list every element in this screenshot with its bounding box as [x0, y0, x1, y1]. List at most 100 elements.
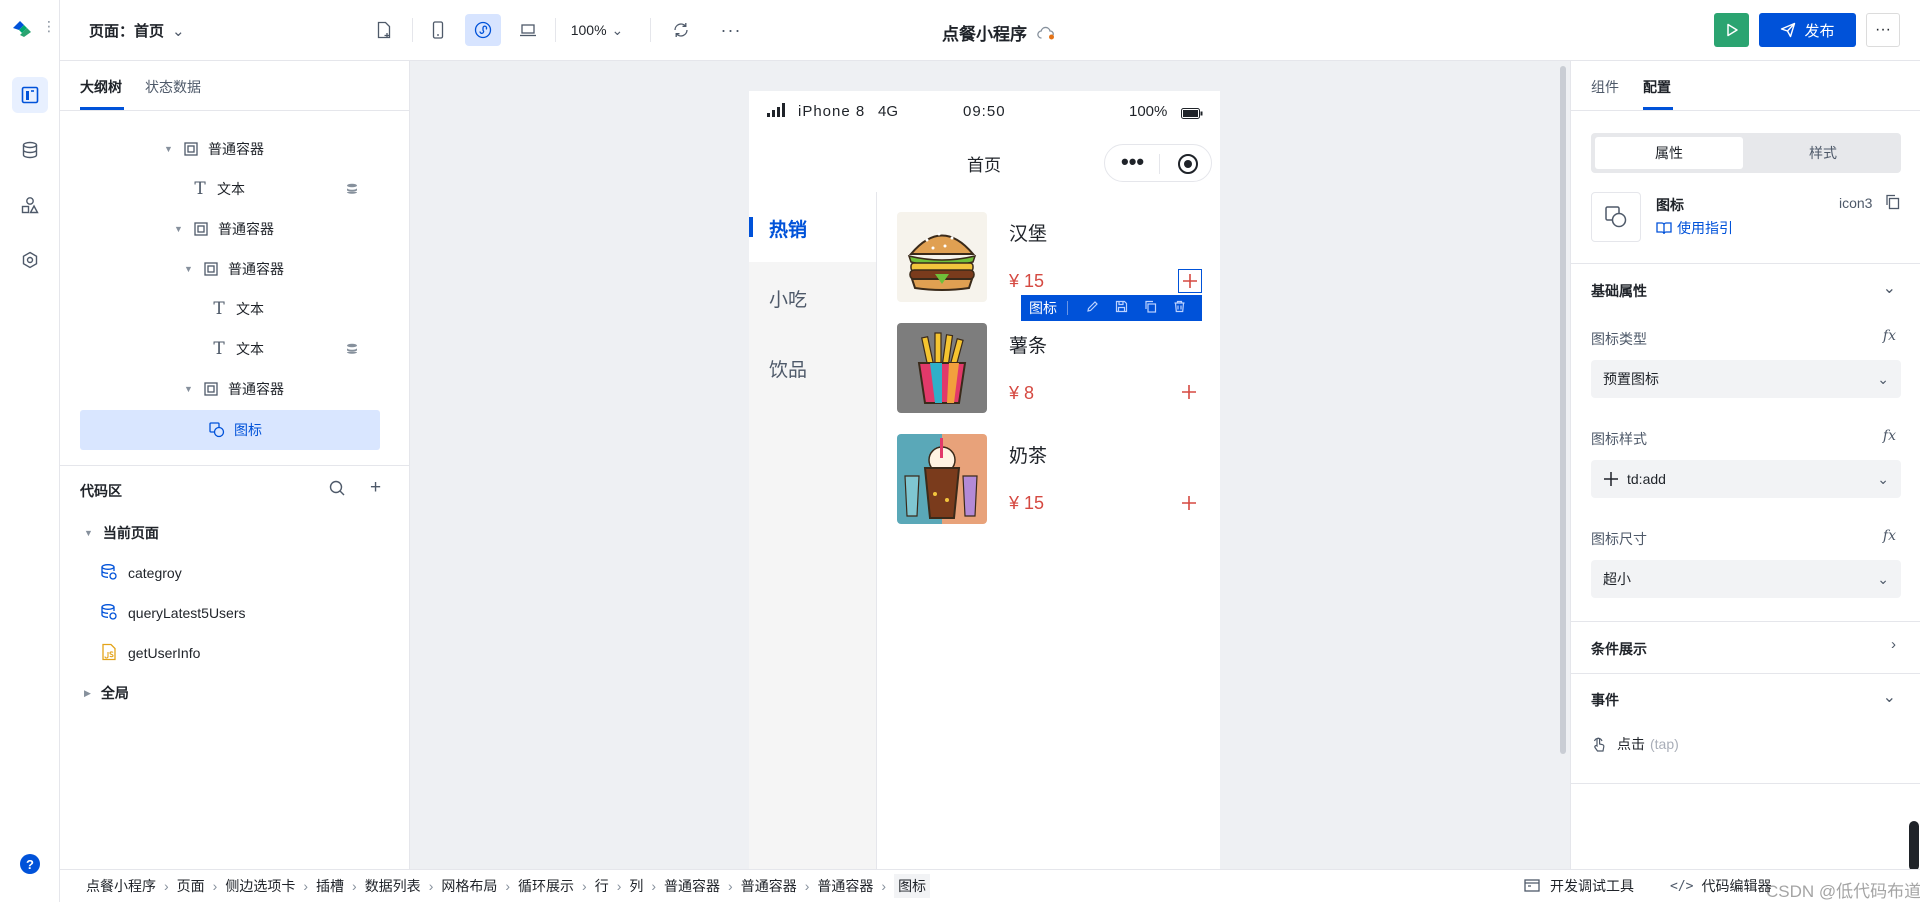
close-target-icon[interactable] — [1178, 154, 1198, 174]
basic-props-title[interactable]: 基础属性 — [1591, 281, 1647, 301]
tree-node[interactable]: 图标 — [208, 417, 262, 443]
copy-icon[interactable] — [1144, 300, 1157, 316]
crumb[interactable]: 侧边选项卡 — [225, 876, 295, 896]
tree-node[interactable]: ▼ 普通容器 — [174, 216, 274, 242]
zoom-select[interactable]: 100% ⌄ — [565, 14, 629, 46]
debug-tools-label: 开发调试工具 — [1550, 878, 1634, 894]
crumb[interactable]: 普通容器 — [741, 876, 797, 896]
current-page-group[interactable]: ▼ 当前页面 — [84, 521, 159, 545]
tree-node-label: 文本 — [236, 301, 264, 317]
add-to-cart-icon[interactable] — [1181, 495, 1197, 514]
caret-down-icon: ▼ — [174, 224, 183, 234]
add-page-button[interactable] — [368, 14, 400, 46]
tree-node-label: 普通容器 — [228, 381, 284, 397]
nav-title: 首页 — [967, 156, 1001, 175]
segment-style[interactable]: 样式 — [1749, 137, 1897, 169]
watermark: CSDN @低代码布道师 — [1766, 882, 1920, 901]
caret-right-icon: ▶ — [84, 687, 91, 698]
crumb[interactable]: 普通容器 — [817, 876, 873, 896]
code-item[interactable]: categroy — [100, 561, 182, 585]
crumb-current[interactable]: 图标 — [894, 874, 931, 898]
delete-icon[interactable] — [1173, 300, 1186, 316]
conditional-display-title[interactable]: 条件展示 — [1591, 639, 1647, 659]
help-icon[interactable]: ? — [20, 854, 40, 874]
chevron-right-icon[interactable]: › — [1891, 636, 1896, 653]
add-to-cart-icon[interactable] — [1181, 384, 1197, 403]
fx-icon[interactable]: fx — [1883, 528, 1896, 544]
miniprogram-view-button[interactable] — [465, 14, 501, 46]
icon-size-label: 图标尺寸 — [1591, 531, 1647, 547]
tab-config[interactable]: 配置 — [1643, 77, 1671, 97]
database-nav-button[interactable] — [12, 132, 48, 168]
tree-node[interactable]: ▼ 普通容器 — [184, 256, 284, 282]
global-group[interactable]: ▶ 全局 — [84, 681, 129, 705]
category-drink[interactable]: 饮品 — [769, 355, 807, 382]
run-button[interactable] — [1714, 13, 1749, 47]
more-dots-icon[interactable]: ••• — [1121, 149, 1144, 175]
book-icon — [1656, 222, 1672, 235]
events-title[interactable]: 事件 — [1591, 690, 1619, 710]
debug-tools-button[interactable]: 开发调试工具 — [1524, 870, 1634, 902]
tab-outline-tree[interactable]: 大纲树 — [80, 77, 122, 97]
crumb[interactable]: 行 — [595, 876, 609, 896]
settings-nav-button[interactable] — [12, 242, 48, 278]
segment-props[interactable]: 属性 — [1595, 137, 1743, 169]
publish-button[interactable]: 发布 — [1759, 13, 1856, 47]
chevron-right-icon: › — [303, 878, 309, 894]
crumb[interactable]: 循环展示 — [518, 876, 574, 896]
search-icon[interactable] — [328, 479, 346, 500]
page-selector[interactable]: 页面：首页 ⌄ — [89, 20, 185, 41]
usage-guide-link[interactable]: 使用指引 — [1656, 218, 1733, 238]
more-button[interactable]: ··· — [715, 14, 747, 46]
tree-node[interactable]: ▼ 普通容器 — [184, 376, 284, 402]
component-id: icon3 — [1839, 195, 1873, 211]
copy-icon[interactable] — [1885, 194, 1900, 213]
crumb[interactable]: 网格布局 — [441, 876, 497, 896]
code-editor-button[interactable]: </> 代码编辑器 — [1670, 870, 1771, 902]
crumb[interactable]: 数据列表 — [365, 876, 421, 896]
crumb[interactable]: 点餐小程序 — [86, 876, 156, 896]
canvas-scrollbar[interactable] — [1560, 66, 1566, 754]
crumb[interactable]: 插槽 — [316, 876, 344, 896]
capsule-menu[interactable]: ••• — [1104, 144, 1212, 182]
js-file-icon — [100, 643, 118, 664]
fx-icon[interactable]: fx — [1883, 328, 1896, 344]
event-tap-item[interactable]: 点击 (tap) — [1591, 734, 1679, 754]
more-vertical-icon[interactable]: ⋮ — [42, 18, 56, 35]
tab-components[interactable]: 组件 — [1591, 77, 1619, 97]
icon-size-select[interactable]: 超小 ⌄ — [1591, 560, 1901, 598]
save-icon[interactable] — [1115, 300, 1128, 316]
tree-node[interactable]: T 文本 — [210, 296, 264, 322]
tab-state-data[interactable]: 状态数据 — [145, 77, 201, 97]
outline-nav-button[interactable] — [12, 77, 48, 113]
layout-icon — [21, 86, 39, 104]
crumb[interactable]: 页面 — [177, 876, 205, 896]
top-more-button[interactable]: ··· — [1866, 13, 1900, 47]
icon-style-select[interactable]: td:add ⌄ — [1591, 460, 1901, 498]
fx-icon[interactable]: fx — [1883, 428, 1896, 444]
more-horizontal-icon: ··· — [720, 19, 742, 40]
edit-icon[interactable] — [1086, 300, 1099, 316]
code-item[interactable]: getUserInfo — [100, 641, 200, 665]
tree-node[interactable]: T 文本 — [210, 336, 264, 362]
refresh-button[interactable] — [665, 14, 697, 46]
crumb[interactable]: 普通容器 — [664, 876, 720, 896]
category-snack[interactable]: 小吃 — [769, 285, 807, 312]
icon-type-select[interactable]: 预置图标 ⌄ — [1591, 360, 1901, 398]
add-icon[interactable]: + — [370, 477, 381, 499]
tree-node[interactable]: T 文本 — [191, 176, 245, 202]
components-nav-button[interactable] — [12, 187, 48, 223]
network-type: 4G — [878, 103, 899, 120]
chevron-down-icon[interactable]: ⌄ — [1883, 278, 1896, 298]
page-selector-label: 页面：首页 — [89, 23, 165, 40]
mobile-view-button[interactable] — [421, 14, 455, 46]
category-hot[interactable]: 热销 — [769, 215, 807, 242]
chevron-right-icon: › — [881, 878, 887, 894]
chevron-down-icon[interactable]: ⌄ — [1883, 687, 1896, 707]
tree-node[interactable]: ▼ 普通容器 — [164, 136, 264, 162]
component-name: 图标 — [1656, 197, 1684, 213]
add-to-cart-icon[interactable] — [1178, 269, 1202, 293]
crumb[interactable]: 列 — [629, 876, 643, 896]
code-item[interactable]: queryLatest5Users — [100, 601, 246, 625]
desktop-view-button[interactable] — [510, 14, 546, 46]
